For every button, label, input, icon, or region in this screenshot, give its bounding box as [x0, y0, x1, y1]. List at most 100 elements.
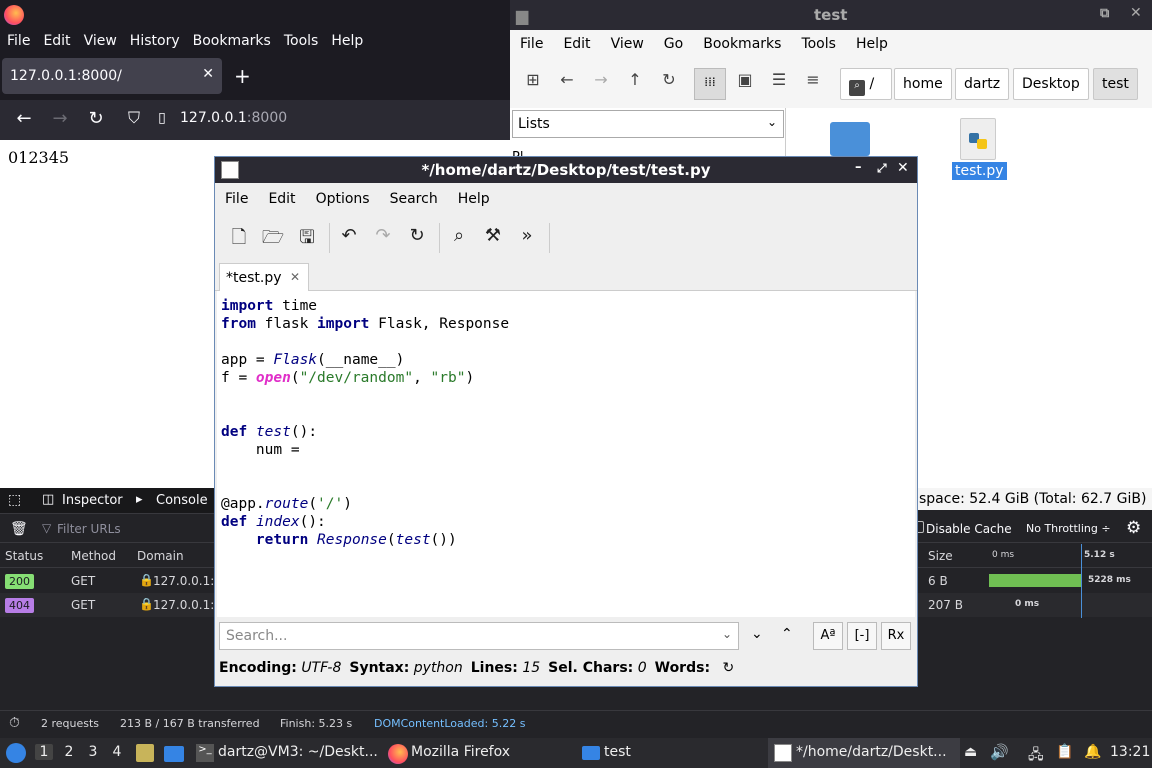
menu-history[interactable]: History [123, 30, 186, 49]
close-icon[interactable]: ✕ [1130, 5, 1142, 21]
save-icon[interactable]: 🖫 [293, 225, 321, 253]
python-file-icon[interactable] [960, 118, 996, 160]
clipboard-icon[interactable]: 📋 [1056, 744, 1073, 760]
reload-icon[interactable]: ↻ [403, 225, 431, 253]
breadcrumb-home[interactable]: home [894, 68, 952, 100]
back-icon[interactable]: ← [12, 108, 36, 129]
menu-view[interactable]: View [601, 30, 654, 52]
menu-edit[interactable]: Edit [553, 30, 600, 52]
workspace-3[interactable]: 3 [84, 744, 102, 760]
tab-inspector[interactable]: Inspector [62, 493, 123, 508]
menu-tools[interactable]: Tools [791, 30, 846, 52]
network-icon[interactable]: 🖧 [1028, 744, 1044, 768]
workspace-2[interactable]: 2 [60, 744, 78, 760]
filter-urls-input[interactable]: Filter URLs [57, 522, 121, 536]
open-folder-icon[interactable]: 🗁 [259, 225, 287, 253]
menu-edit[interactable]: Edit [258, 187, 305, 207]
breadcrumb-desktop[interactable]: Desktop [1013, 68, 1089, 100]
regex-icon[interactable]: Rx [881, 622, 911, 650]
forward-icon[interactable]: → [48, 108, 72, 129]
maximize-icon[interactable]: ⧉ [1100, 6, 1109, 21]
reload-icon[interactable]: ↻ [84, 108, 108, 129]
file-label[interactable]: test.py [952, 162, 1007, 180]
editor-tab[interactable]: *test.py ✕ [219, 263, 309, 293]
new-file-icon[interactable]: 🗋 [225, 225, 253, 253]
whole-word-icon[interactable]: [-] [847, 622, 877, 650]
workspace-4[interactable]: 4 [108, 744, 126, 760]
menu-go[interactable]: Go [654, 30, 693, 52]
icon-view-icon[interactable]: ⁞⁞⁞ [694, 68, 726, 100]
undo-icon[interactable]: ↶ [335, 225, 363, 253]
compact-view-icon[interactable]: ≡ [800, 70, 826, 89]
workspace-1[interactable]: 1 [35, 744, 53, 760]
taskbar-editor-active[interactable]: */home/dartz/Deskt... [768, 738, 960, 768]
back-icon[interactable]: ← [554, 70, 580, 89]
maximize-icon[interactable]: ⤢ [877, 161, 887, 176]
col-domain[interactable]: Domain [137, 549, 184, 563]
up-icon[interactable]: ↑ [622, 70, 648, 89]
col-status[interactable]: Status [5, 549, 43, 563]
col-size[interactable]: Size [928, 549, 953, 563]
breadcrumb-root[interactable]: ⌕ / [840, 68, 892, 100]
breadcrumb-dartz[interactable]: dartz [955, 68, 1010, 100]
menu-tools[interactable]: Tools [277, 30, 325, 49]
search-input[interactable]: Search... ⌄ [219, 622, 739, 650]
code-editor[interactable]: import time from flask import Flask, Res… [217, 291, 915, 617]
col-method[interactable]: Method [71, 549, 116, 563]
refresh-words-icon[interactable]: ↻ [723, 660, 735, 676]
file-manager-titlebar: ▆ test ⧉ ✕ [510, 0, 1152, 30]
notification-icon[interactable]: 🔔 [1084, 744, 1101, 760]
taskbar-firefox[interactable]: Mozilla Firefox [411, 742, 510, 764]
close-icon[interactable]: ✕ [897, 160, 909, 176]
stopwatch-icon[interactable]: ⏱ [9, 715, 20, 731]
menu-file[interactable]: File [510, 30, 553, 52]
search-next-icon[interactable]: ⌄ [751, 626, 763, 642]
notes-icon[interactable] [136, 744, 154, 762]
folder-icon[interactable] [164, 746, 184, 762]
side-pane-select[interactable]: Lists ⌄ [512, 110, 784, 138]
minimize-icon[interactable]: – [855, 160, 862, 175]
menu-help[interactable]: Help [324, 30, 369, 49]
app-menu-icon[interactable] [6, 743, 26, 763]
eject-icon[interactable]: ⏏ [964, 744, 977, 760]
browser-tab[interactable]: 127.0.0.1:8000/ ✕ [2, 58, 222, 94]
more-icon[interactable]: » [513, 225, 541, 253]
gear-icon[interactable]: ⚙ [1126, 518, 1141, 538]
menu-file[interactable]: File [215, 187, 258, 207]
tab-console[interactable]: Console [156, 493, 208, 508]
match-case-icon[interactable]: Aª [813, 622, 843, 650]
menu-bookmarks[interactable]: Bookmarks [186, 30, 277, 49]
redo-icon[interactable]: ↷ [369, 225, 397, 253]
new-tab-icon[interactable]: + [234, 64, 251, 88]
breadcrumb-test[interactable]: test [1093, 68, 1138, 100]
menu-edit[interactable]: Edit [36, 30, 76, 49]
menu-bookmarks[interactable]: Bookmarks [693, 30, 791, 52]
shield-icon[interactable]: ⛉ [122, 108, 146, 128]
menu-options[interactable]: Options [306, 187, 380, 207]
menu-search[interactable]: Search [380, 187, 448, 207]
forward-icon[interactable]: → [588, 70, 614, 89]
trash-icon[interactable]: 🗑 [10, 521, 28, 537]
menu-view[interactable]: View [77, 30, 123, 49]
new-window-icon[interactable]: ⊞ [520, 70, 546, 89]
throttling-select[interactable]: No Throttling ÷ [1026, 522, 1111, 535]
clock[interactable]: 13:21 [1110, 742, 1150, 764]
search-prev-icon[interactable]: ⌃ [781, 626, 793, 642]
folder-icon[interactable] [830, 122, 870, 156]
menu-file[interactable]: File [0, 30, 36, 49]
close-tab-icon[interactable]: ✕ [290, 270, 300, 284]
find-replace-icon[interactable]: ⚒ [479, 225, 507, 253]
chevron-down-icon[interactable]: ⌄ [722, 627, 732, 641]
volume-icon[interactable]: 🔊 [990, 743, 1009, 761]
search-icon[interactable]: ⌕ [445, 225, 473, 253]
menu-help[interactable]: Help [846, 30, 898, 52]
picker-icon[interactable]: ⬚ [8, 492, 21, 508]
image-view-icon[interactable]: ▣ [732, 70, 758, 89]
close-tab-icon[interactable]: ✕ [202, 66, 214, 82]
menu-help[interactable]: Help [448, 187, 500, 207]
taskbar-terminal[interactable]: dartz@VM3: ~/Deskt... [218, 742, 378, 764]
reload-icon[interactable]: ↻ [656, 70, 682, 89]
url-bar[interactable]: 127.0.0.1:8000 [180, 110, 287, 126]
taskbar-files[interactable]: test [604, 742, 631, 764]
list-view-icon[interactable]: ☰ [766, 70, 792, 89]
